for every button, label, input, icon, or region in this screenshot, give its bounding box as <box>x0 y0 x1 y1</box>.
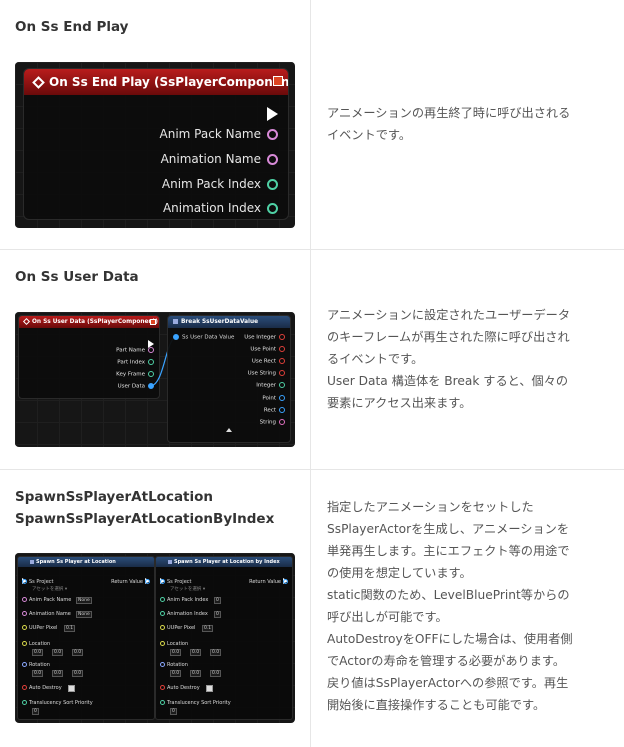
blueprint-screenshot-spawn: Spawn Ss Player at Location Ss Project ア… <box>15 553 295 723</box>
location-x-field[interactable]: 0.0 <box>170 649 182 656</box>
pin-anim-pack-name: Anim Pack Name <box>22 597 71 603</box>
pin-return-value: Return Value <box>249 579 288 585</box>
animation-name-field[interactable]: None <box>76 611 92 618</box>
pin-integer: Integer <box>256 382 285 389</box>
location-z-field[interactable]: 0.0 <box>72 649 84 656</box>
node-header: On Ss End Play (SsPlayerComponent) <box>24 69 288 95</box>
expand-arrow-icon[interactable] <box>226 419 232 438</box>
location-z-field[interactable]: 0.0 <box>210 649 222 656</box>
pin-rect: Rect <box>264 407 285 414</box>
struct-pin-icon <box>279 407 285 413</box>
row-description: アニメーションに設定されたユーザーデータ のキーフレームが再生された際に呼び出さ… <box>327 308 571 410</box>
pin-animation-index: Animation Index <box>163 201 278 215</box>
row-title-line-2: SpawnSsPlayerAtLocationByIndex <box>15 511 275 527</box>
pin-point: Point <box>262 395 285 402</box>
struct-pin-icon <box>279 395 285 401</box>
pin-anim-pack-index: Anim Pack Index <box>160 597 208 603</box>
pin-use-string: Use String <box>248 370 285 377</box>
node-header: Spawn Ss Player at Location by Index <box>156 557 292 567</box>
animation-index-field[interactable]: 0 <box>214 611 221 618</box>
string-pin-icon <box>279 419 285 425</box>
int-pin-icon <box>267 203 278 214</box>
function-icon <box>30 559 34 564</box>
pin-ss-project: Ss Project <box>160 579 191 585</box>
rotation-y-field[interactable]: 0.0 <box>190 670 202 677</box>
node-header: Break SsUserDataValue <box>168 316 290 328</box>
blueprint-screenshot-end-play: On Ss End Play (SsPlayerComponent) Anim … <box>15 62 295 228</box>
pin-uu-per-pixel: UUPer Pixel <box>160 625 195 631</box>
node-header: Spawn Ss Player at Location <box>18 557 154 567</box>
rotation-x-field[interactable]: 0.0 <box>32 670 44 677</box>
row-title-line-1: SpawnSsPlayerAtLocation <box>15 489 214 505</box>
pin-use-integer: Use Integer <box>244 334 285 341</box>
pin-auto-destroy: Auto Destroy <box>160 685 200 691</box>
event-node: On Ss End Play (SsPlayerComponent) Anim … <box>23 68 289 220</box>
pin-ss-user-data-value: Ss User Data Value <box>173 334 234 341</box>
bool-pin-icon <box>279 358 285 364</box>
sort-priority-field[interactable]: 0 <box>32 708 39 715</box>
pin-uu-per-pixel: UUPer Pixel <box>22 625 57 631</box>
pin-animation-name: Animation Name <box>161 152 278 166</box>
pin-anim-pack-name: Anim Pack Name <box>160 127 278 141</box>
pin-location: Location <box>160 641 188 647</box>
name-pin-icon <box>267 154 278 165</box>
event-diamond-icon <box>32 76 45 89</box>
node-header-label: On Ss End Play (SsPlayerComponent) <box>49 75 289 89</box>
uu-per-pixel-field[interactable]: 0.1 <box>64 625 76 632</box>
function-icon <box>168 559 172 564</box>
name-pin-icon <box>267 129 278 140</box>
auto-destroy-checkbox[interactable] <box>68 685 75 692</box>
anim-pack-name-field[interactable]: None <box>76 597 92 604</box>
auto-destroy-checkbox[interactable] <box>206 685 213 692</box>
break-node: Break SsUserDataValue Ss User Data Value… <box>167 315 291 443</box>
pin-use-point: Use Point <box>250 346 285 353</box>
pin-anim-pack-index: Anim Pack Index <box>162 177 278 191</box>
spawn-node-at-location-by-index: Spawn Ss Player at Location by Index Ss … <box>155 556 293 720</box>
pin-rotation: Rotation <box>160 662 188 668</box>
pin-animation-index: Animation Index <box>160 611 208 617</box>
project-asset-select[interactable]: アセットを選択 ▾ <box>170 586 205 592</box>
pin-use-rect: Use Rect <box>252 358 285 365</box>
row-title: On Ss User Data <box>15 269 139 285</box>
int-pin-icon <box>267 179 278 190</box>
rotation-z-field[interactable]: 0.0 <box>72 670 84 677</box>
bool-pin-icon <box>279 346 285 352</box>
function-icon <box>173 319 178 324</box>
bool-pin-icon <box>279 370 285 376</box>
delegate-pin-icon <box>273 76 283 86</box>
location-x-field[interactable]: 0.0 <box>32 649 44 656</box>
pin-location: Location <box>22 641 50 647</box>
content-table: On Ss End Play On Ss End Play (SsPlayerC… <box>0 0 624 747</box>
location-y-field[interactable]: 0.0 <box>52 649 64 656</box>
blueprint-screenshot-user-data: On Ss User Data (SsPlayerComponent) Part… <box>15 312 295 447</box>
project-asset-select[interactable]: アセットを選択 ▾ <box>32 586 67 592</box>
rotation-z-field[interactable]: 0.0 <box>210 670 222 677</box>
rotation-x-field[interactable]: 0.0 <box>170 670 182 677</box>
struct-pin-icon <box>173 334 179 340</box>
row-title: On Ss End Play <box>15 19 129 35</box>
pin-auto-destroy: Auto Destroy <box>22 685 62 691</box>
exec-pin-icon <box>267 103 278 122</box>
sort-priority-field[interactable]: 0 <box>170 708 177 715</box>
row-description: 指定したアニメーションをセットした SsPlayerActorを生成し、アニメー… <box>327 500 573 712</box>
row-description: アニメーションの再生終了時に呼び出される イベントです。 <box>327 106 571 142</box>
bool-pin-icon <box>279 334 285 340</box>
spawn-node-at-location: Spawn Ss Player at Location Ss Project ア… <box>17 556 155 720</box>
pin-return-value: Return Value <box>111 579 150 585</box>
rotation-y-field[interactable]: 0.0 <box>52 670 64 677</box>
anim-pack-index-field[interactable]: 0 <box>214 597 221 604</box>
uu-per-pixel-field[interactable]: 0.1 <box>202 625 214 632</box>
pin-ss-project: Ss Project <box>22 579 53 585</box>
pin-string: String <box>260 419 285 426</box>
pin-sort-priority: Translucency Sort Priority <box>22 700 93 706</box>
pin-sort-priority: Translucency Sort Priority <box>160 700 231 706</box>
int-pin-icon <box>279 382 285 388</box>
pin-rotation: Rotation <box>22 662 50 668</box>
location-y-field[interactable]: 0.0 <box>190 649 202 656</box>
pin-animation-name: Animation Name <box>22 611 71 617</box>
